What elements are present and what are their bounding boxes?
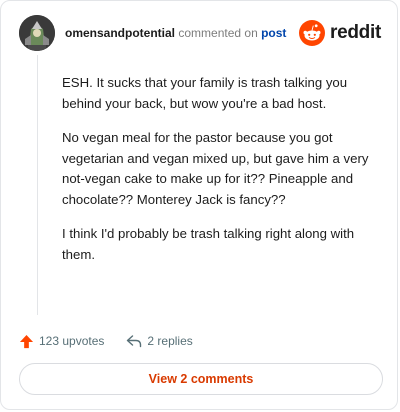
comment-meta: omensandpotential commented on post (65, 26, 286, 40)
comment-card: omensandpotential commented on post redd… (0, 0, 398, 410)
view-comments-button[interactable]: View 2 comments (19, 363, 383, 395)
comment-paragraph: No vegan meal for the pastor because you… (62, 130, 369, 207)
reply-count: 2 replies (147, 334, 193, 348)
reddit-wordmark: reddit (330, 22, 381, 43)
username-link[interactable]: omensandpotential (65, 26, 175, 40)
commented-on-text: commented on (178, 26, 258, 40)
upvote-button[interactable]: 123 upvotes (19, 334, 104, 349)
replies-button[interactable]: 2 replies (126, 334, 193, 348)
reddit-snoo-icon (299, 20, 326, 46)
thread-line (37, 55, 38, 315)
reply-arrow-icon (127, 335, 142, 348)
comment-actions: 123 upvotes 2 replies (19, 331, 215, 351)
upvote-count: 123 upvotes (39, 334, 105, 348)
comment-header: omensandpotential commented on post redd… (19, 15, 381, 55)
user-avatar[interactable] (19, 15, 55, 51)
reddit-logo[interactable]: reddit (299, 20, 381, 46)
arrow-up-icon (19, 334, 34, 348)
comment-paragraph: ESH. It sucks that your family is trash … (62, 75, 348, 111)
comment-body: ESH. It sucks that your family is trash … (62, 73, 374, 279)
comment-paragraph: I think I'd probably be trash talking ri… (62, 226, 355, 262)
post-link[interactable]: post (261, 26, 286, 40)
